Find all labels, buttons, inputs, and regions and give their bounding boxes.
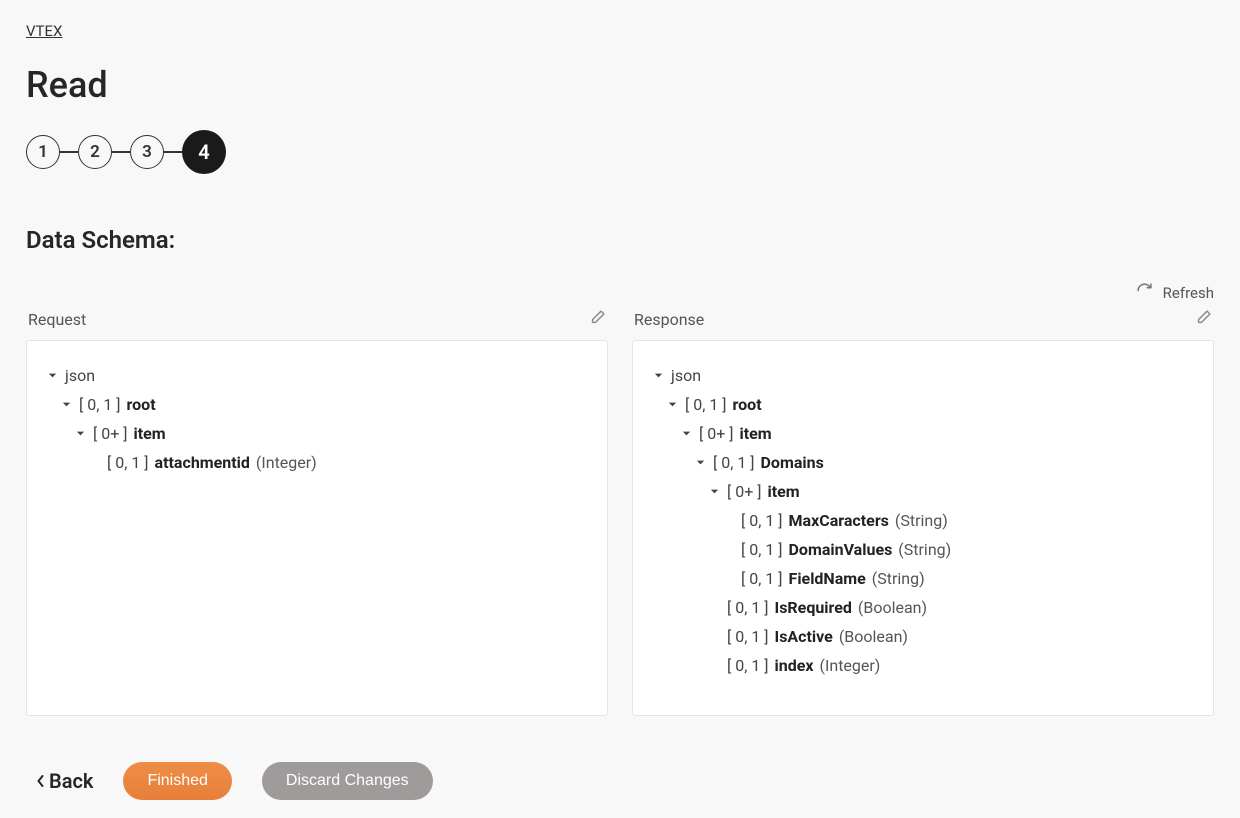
node-name: root (733, 395, 762, 414)
response-tree-node: [ 0, 1 ] FieldName (String) (651, 564, 1195, 593)
response-tree-node: [ 0, 1 ] IsActive (Boolean) (651, 622, 1195, 651)
step-2[interactable]: 2 (78, 135, 112, 169)
cardinality: [ 0+ ] (727, 482, 762, 501)
cardinality: [ 0, 1 ] (79, 395, 121, 414)
node-type: (String) (895, 511, 948, 530)
node-type: (Integer) (256, 453, 317, 472)
step-1[interactable]: 1 (26, 135, 60, 169)
node-type: (Boolean) (839, 627, 908, 646)
step-3[interactable]: 3 (130, 135, 164, 169)
node-name: json (671, 366, 701, 385)
node-name: item (134, 424, 166, 443)
chevron-down-icon[interactable] (651, 370, 665, 381)
section-heading: Data Schema: (26, 226, 1214, 254)
chevron-down-icon[interactable] (665, 399, 679, 410)
response-tree-node: [ 0, 1 ] index (Integer) (651, 651, 1195, 680)
back-button[interactable]: Back (36, 769, 93, 793)
node-type: (Integer) (820, 656, 881, 675)
response-tree-node[interactable]: [ 0, 1 ] root (651, 390, 1195, 419)
response-tree-node[interactable]: [ 0+ ] item (651, 419, 1195, 448)
response-tree-node[interactable]: [ 0+ ] item (651, 477, 1195, 506)
chevron-down-icon[interactable] (59, 399, 73, 410)
node-name: json (65, 366, 95, 385)
node-name: item (740, 424, 772, 443)
discard-changes-button[interactable]: Discard Changes (262, 762, 433, 800)
node-type: (String) (898, 540, 951, 559)
back-label: Back (49, 769, 93, 793)
chevron-down-icon[interactable] (707, 486, 721, 497)
node-type: (String) (872, 569, 925, 588)
node-name: FieldName (789, 569, 866, 588)
response-tree-node: [ 0, 1 ] MaxCaracters (String) (651, 506, 1195, 535)
edit-request-icon[interactable] (589, 309, 606, 330)
node-name: MaxCaracters (789, 511, 889, 530)
cardinality: [ 0, 1 ] (741, 569, 783, 588)
cardinality: [ 0, 1 ] (685, 395, 727, 414)
step-connector (112, 151, 130, 153)
node-name: Domains (761, 453, 824, 472)
chevron-down-icon[interactable] (73, 428, 87, 439)
cardinality: [ 0, 1 ] (727, 627, 769, 646)
breadcrumb[interactable]: VTEX (26, 22, 62, 40)
step-connector (60, 151, 78, 153)
response-panel-title: Response (634, 310, 704, 329)
response-tree-node[interactable]: [ 0, 1 ] Domains (651, 448, 1195, 477)
finished-button[interactable]: Finished (123, 762, 231, 800)
cardinality: [ 0, 1 ] (741, 540, 783, 559)
node-name: IsActive (775, 627, 833, 646)
step-4[interactable]: 4 (182, 130, 226, 174)
cardinality: [ 0, 1 ] (713, 453, 755, 472)
cardinality: [ 0, 1 ] (727, 656, 769, 675)
response-tree-node: [ 0, 1 ] IsRequired (Boolean) (651, 593, 1195, 622)
request-panel-title: Request (28, 310, 86, 329)
cardinality: [ 0, 1 ] (727, 598, 769, 617)
cardinality: [ 0, 1 ] (741, 511, 783, 530)
node-name: index (775, 656, 814, 675)
chevron-down-icon[interactable] (679, 428, 693, 439)
request-tree-node[interactable]: json (45, 361, 589, 390)
page-title: Read (26, 64, 1214, 106)
node-type: (Boolean) (858, 598, 927, 617)
node-name: IsRequired (775, 598, 852, 617)
stepper: 1234 (26, 130, 1214, 174)
cardinality: [ 0+ ] (93, 424, 128, 443)
refresh-label[interactable]: Refresh (1163, 284, 1214, 302)
chevron-down-icon[interactable] (693, 457, 707, 468)
request-schema-box: json[ 0, 1 ] root[ 0+ ] item[ 0, 1 ] att… (26, 340, 608, 716)
response-tree-node: [ 0, 1 ] DomainValues (String) (651, 535, 1195, 564)
cardinality: [ 0+ ] (699, 424, 734, 443)
refresh-icon[interactable] (1136, 282, 1153, 303)
request-tree-node: [ 0, 1 ] attachmentid (Integer) (45, 448, 589, 477)
node-name: DomainValues (789, 540, 893, 559)
node-name: root (127, 395, 156, 414)
chevron-down-icon[interactable] (45, 370, 59, 381)
request-tree-node[interactable]: [ 0+ ] item (45, 419, 589, 448)
response-tree-node[interactable]: json (651, 361, 1195, 390)
step-connector (164, 151, 182, 153)
request-tree-node[interactable]: [ 0, 1 ] root (45, 390, 589, 419)
node-name: attachmentid (155, 453, 250, 472)
response-schema-box: json[ 0, 1 ] root[ 0+ ] item[ 0, 1 ] Dom… (632, 340, 1214, 716)
node-name: item (768, 482, 800, 501)
edit-response-icon[interactable] (1195, 309, 1212, 330)
cardinality: [ 0, 1 ] (107, 453, 149, 472)
